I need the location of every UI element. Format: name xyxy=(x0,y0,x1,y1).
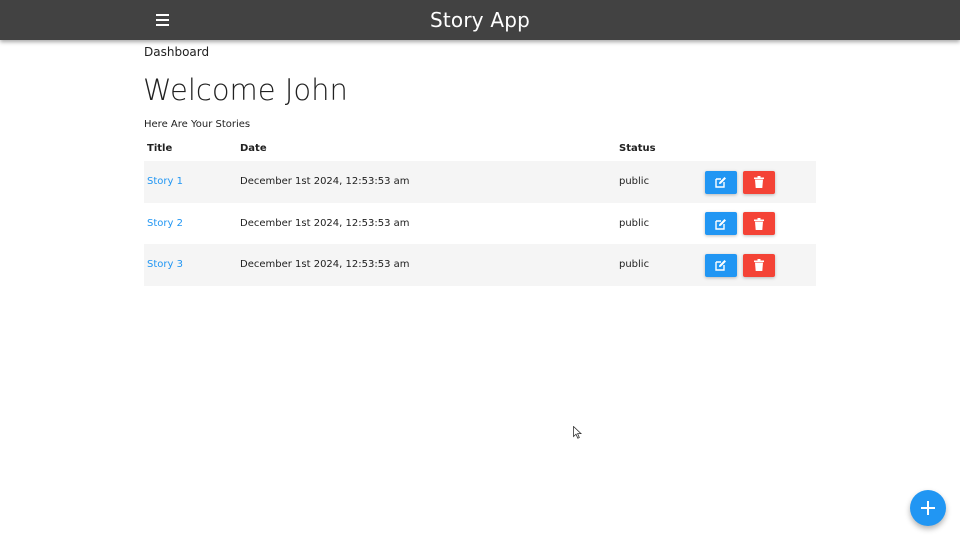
page-subtitle: Here Are Your Stories xyxy=(144,119,251,130)
table-row: Story 2 December 1st 2024, 12:53:53 am p… xyxy=(144,203,816,245)
table-header: Title Date Status xyxy=(144,138,816,161)
story-date: December 1st 2024, 12:53:53 am xyxy=(240,259,410,270)
app-title: Story App xyxy=(429,8,531,32)
edit-icon xyxy=(715,218,726,230)
mouse-cursor-icon xyxy=(573,426,582,439)
story-title-link[interactable]: Story 3 xyxy=(147,259,183,270)
story-title-link[interactable]: Story 2 xyxy=(147,218,183,229)
trash-icon xyxy=(754,217,764,230)
column-header-title: Title xyxy=(147,143,173,154)
page-title: Welcome John xyxy=(143,73,348,107)
story-status: public xyxy=(619,259,650,270)
add-story-button[interactable] xyxy=(910,490,946,526)
trash-icon xyxy=(754,176,764,188)
stories-table: Title Date Status Story 1 December 1st 2… xyxy=(144,138,816,286)
table-row: Story 1 December 1st 2024, 12:53:53 am p… xyxy=(144,161,816,203)
table-row: Story 3 December 1st 2024, 12:53:53 am p… xyxy=(144,244,816,286)
column-header-status: Status xyxy=(619,143,656,154)
trash-icon xyxy=(754,259,764,271)
edit-button[interactable] xyxy=(705,212,737,235)
delete-button[interactable] xyxy=(743,212,775,235)
edit-icon xyxy=(715,177,726,188)
delete-button[interactable] xyxy=(743,170,775,194)
column-header-date: Date xyxy=(240,143,267,154)
edit-button[interactable] xyxy=(705,170,737,194)
edit-icon xyxy=(715,260,726,271)
story-status: public xyxy=(619,217,650,229)
plus-icon xyxy=(921,501,935,515)
breadcrumb: Dashboard xyxy=(144,45,210,59)
story-status: public xyxy=(619,176,650,187)
story-date: December 1st 2024, 12:53:53 am xyxy=(240,176,410,187)
delete-button[interactable] xyxy=(743,253,775,277)
edit-button[interactable] xyxy=(705,253,737,277)
story-date: December 1st 2024, 12:53:53 am xyxy=(240,217,410,229)
story-title-link[interactable]: Story 1 xyxy=(147,176,183,187)
app-bar: Story App xyxy=(0,0,960,40)
